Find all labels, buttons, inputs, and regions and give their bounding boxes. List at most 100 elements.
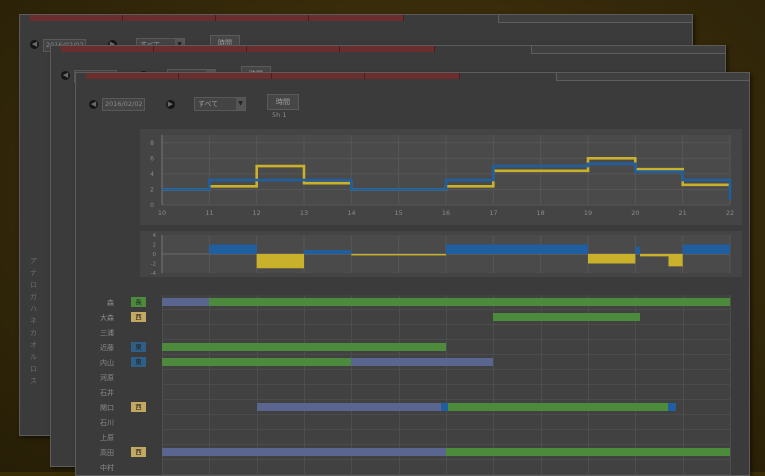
gantt-bar[interactable] — [446, 448, 730, 456]
x-tick-label: 17 — [489, 209, 497, 217]
gantt-bar[interactable] — [209, 298, 730, 306]
gantt-row-divider — [162, 429, 730, 430]
gantt-bar[interactable] — [441, 403, 449, 411]
gantt-row-badge: 長 — [131, 297, 146, 307]
gantt-bar[interactable] — [493, 313, 641, 321]
y-tick-label: 4 — [150, 171, 154, 178]
tab[interactable] — [154, 46, 247, 52]
gantt-row-divider — [162, 474, 730, 475]
tab[interactable] — [123, 15, 216, 21]
y-tick-label: 0 — [150, 202, 154, 209]
y-tick-label: 6 — [150, 155, 154, 162]
y-tick-label: 0 — [153, 252, 157, 258]
x-tick-label: 16 — [442, 209, 450, 217]
filter-select[interactable]: すべて ▼ — [194, 97, 246, 111]
gantt-bar[interactable] — [162, 298, 210, 306]
y-tick-label: 2 — [150, 186, 154, 193]
gantt-row-label: 上原 — [100, 434, 114, 442]
side-label: ス — [30, 377, 37, 385]
gantt-bar[interactable] — [448, 403, 669, 411]
side-label: ナ — [30, 269, 37, 277]
date-field[interactable]: 2016/02/02 — [102, 98, 146, 111]
gantt-row-label: 内山 — [100, 359, 114, 367]
gantt-row-badge: 西 — [131, 447, 146, 457]
next-day-icon[interactable]: ▶ — [166, 100, 175, 109]
side-label: ア — [30, 257, 37, 265]
tab[interactable] — [340, 46, 435, 52]
x-tick-label: 19 — [584, 209, 592, 217]
tab[interactable] — [216, 15, 309, 21]
gantt-bar[interactable] — [668, 403, 676, 411]
gantt-row-divider — [162, 309, 730, 310]
gantt-row-badge: 東 — [131, 357, 146, 367]
tab[interactable] — [30, 15, 123, 21]
gantt-row-divider — [162, 444, 730, 445]
gantt-bar[interactable] — [162, 343, 446, 351]
diff-bar-chart: 4 2 0 -2 -4 — [151, 233, 731, 277]
y-tick-label: -4 — [151, 271, 157, 277]
schedule-gantt: 森長大森西三浦 近藤東内山東河原 石井 関口西石川 上原 高田西中村 — [76, 295, 749, 475]
time-button[interactable]: 時間 — [267, 94, 299, 110]
diff-bar — [682, 244, 730, 254]
x-tick-label: 18 — [537, 209, 545, 217]
gantt-row-divider — [162, 324, 730, 325]
diff-bar — [493, 244, 588, 254]
gantt-row-label: 石井 — [100, 389, 114, 397]
gantt-row-badge: 東 — [131, 342, 146, 352]
diff-bar — [304, 250, 352, 254]
x-tick-label: 14 — [347, 209, 355, 217]
gantt-hour-line — [730, 295, 731, 475]
x-tick-label: 20 — [631, 209, 639, 217]
gantt-row-label: 石川 — [100, 419, 114, 427]
tab[interactable] — [309, 15, 404, 21]
gantt-bar[interactable] — [162, 448, 446, 456]
gantt-bar[interactable] — [351, 358, 494, 366]
gantt-row-divider — [162, 339, 730, 340]
tab[interactable] — [247, 46, 340, 52]
tab[interactable] — [61, 46, 154, 52]
gantt-row-divider — [162, 354, 730, 355]
diff-chart-panel: 4 2 0 -2 -4 — [140, 231, 742, 277]
side-label: ガ — [30, 293, 37, 301]
side-label: ネ — [30, 317, 37, 325]
gantt-row-label: 大森 — [100, 314, 114, 322]
tab[interactable] — [179, 73, 272, 79]
tab-blank — [556, 73, 749, 81]
gantt-row-label: 近藤 — [100, 344, 114, 352]
time-summary: 5h 1 — [272, 111, 287, 119]
diff-bar — [209, 244, 257, 254]
side-label: ロ — [30, 281, 37, 289]
diff-bar — [351, 254, 446, 256]
gantt-row-divider — [162, 384, 730, 385]
gantt-row-divider — [162, 414, 730, 415]
gantt-row-divider — [162, 369, 730, 370]
diff-bar — [588, 254, 636, 264]
gantt-bar[interactable] — [162, 358, 352, 366]
prev-day-icon[interactable]: ◀ — [30, 40, 39, 49]
y-tick-label: 8 — [150, 140, 154, 147]
side-label: オ — [30, 341, 37, 349]
gantt-bar[interactable] — [256, 403, 442, 411]
x-tick-label: 13 — [300, 209, 308, 217]
tab[interactable] — [86, 73, 179, 79]
y-tick-label: 2 — [153, 243, 157, 249]
prev-day-icon[interactable]: ◀ — [89, 100, 98, 109]
gantt-row-badge: 西 — [131, 402, 146, 412]
tab[interactable] — [272, 73, 365, 79]
prev-day-icon[interactable]: ◀ — [61, 71, 70, 80]
side-label: カ — [30, 329, 37, 337]
y-tick-label: -2 — [151, 262, 156, 268]
x-tick-label: 15 — [395, 209, 403, 217]
chevron-down-icon: ▼ — [236, 98, 245, 110]
line-chart-panel: 10 11 12 13 14 15 16 17 18 19 20 21 22 0 2 4 6 8 — [140, 129, 742, 225]
gantt-row-label: 河原 — [100, 374, 114, 382]
gantt-row-label: 高田 — [100, 449, 114, 457]
gantt-row-badge: 西 — [131, 312, 146, 322]
side-label: ハ — [30, 305, 37, 313]
gantt-row-label: 三浦 — [100, 329, 114, 337]
tab[interactable] — [365, 73, 460, 79]
window-front[interactable]: ◀ 2016/02/02 ▶ すべて ▼ 時間 5h 1 10 11 12 13 14 1… — [75, 72, 750, 476]
y-tick-label: 4 — [153, 233, 157, 239]
line-chart: 10 11 12 13 14 15 16 17 18 19 20 21 22 0 2 4 6 8 — [150, 135, 734, 217]
x-tick-label: 12 — [253, 209, 261, 217]
